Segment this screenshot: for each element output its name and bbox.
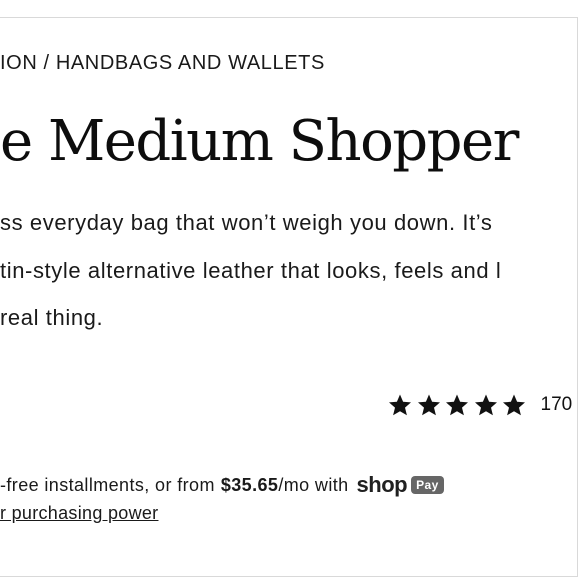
product-description-line-3: real thing. — [0, 305, 104, 330]
installments-text-after: /mo with — [278, 474, 349, 495]
purchasing-power-link[interactable]: r purchasing power — [0, 503, 158, 524]
review-count[interactable]: 170 — [541, 394, 573, 416]
star-icon — [417, 393, 441, 417]
breadcrumb[interactable]: ION / HANDBAGS AND WALLETS — [0, 52, 325, 75]
star-icon — [502, 393, 526, 417]
installments-info: -free installments, or from $35.65 /mo w… — [0, 472, 444, 498]
shop-pay-logo: shop — [356, 472, 408, 497]
star-icon — [445, 393, 469, 417]
product-rating[interactable]: 170 — [388, 393, 572, 417]
pay-badge: Pay — [411, 476, 444, 494]
product-title: e Medium Shopper — [0, 109, 519, 174]
installments-text: -free installments, or from — [0, 474, 215, 495]
star-icon — [388, 393, 412, 417]
star-icon — [474, 393, 498, 417]
product-description-line-1: ss everyday bag that won’t weigh you dow… — [0, 210, 493, 235]
installment-amount: $35.65 — [220, 474, 279, 495]
product-description-line-2: tin-style alternative leather that looks… — [0, 258, 502, 283]
